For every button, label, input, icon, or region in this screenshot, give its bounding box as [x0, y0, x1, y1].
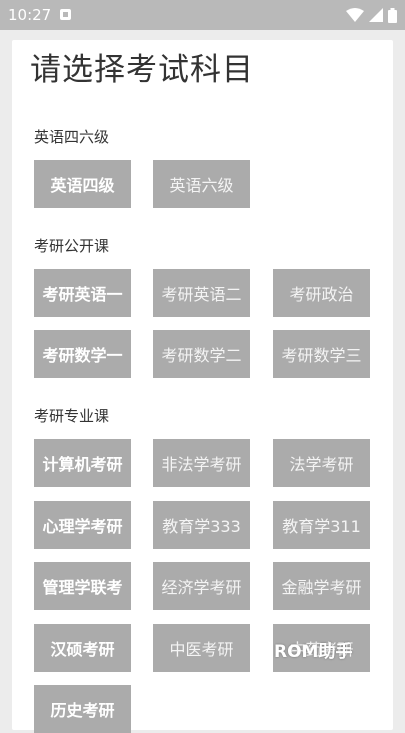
subject-button-non-law[interactable]: 非法学考研	[153, 439, 250, 487]
section-title-major: 考研专业课	[34, 407, 110, 425]
subject-button-management[interactable]: 管理学联考	[34, 562, 131, 610]
section-title-cet: 英语四六级	[34, 128, 110, 146]
subject-button-psychology[interactable]: 心理学考研	[34, 501, 131, 549]
subject-button-politics[interactable]: 考研政治	[273, 269, 370, 317]
subject-button-math-1[interactable]: 考研数学一	[34, 330, 131, 378]
status-bar: 10:27	[0, 0, 405, 30]
subject-button-tcm[interactable]: 中医考研	[153, 624, 250, 672]
subject-button-mtcsol[interactable]: 汉硕考研	[34, 624, 131, 672]
subject-button-cet6[interactable]: 英语六级	[153, 160, 250, 208]
subject-button-education-333[interactable]: 教育学333	[153, 501, 250, 549]
subject-button-english-1[interactable]: 考研英语一	[34, 269, 131, 317]
subject-button-math-3[interactable]: 考研数学三	[273, 330, 370, 378]
subject-button-computer[interactable]: 计算机考研	[34, 439, 131, 487]
subject-button-math-2[interactable]: 考研数学二	[153, 330, 250, 378]
subject-button-finance[interactable]: 金融学考研	[273, 562, 370, 610]
status-icons	[346, 6, 397, 24]
battery-icon	[388, 7, 397, 23]
subject-button-education-311[interactable]: 教育学311	[273, 501, 370, 549]
page-title: 请选择考试科目	[30, 52, 254, 88]
notification-icon	[60, 9, 71, 20]
subject-button-law[interactable]: 法学考研	[273, 439, 370, 487]
subject-button-cet4[interactable]: 英语四级	[34, 160, 131, 208]
watermark: ROM助手	[274, 642, 353, 662]
status-time: 10:27	[8, 6, 52, 24]
subject-card: 请选择考试科目 英语四六级 英语四级 英语六级 考研公开课 考研英语一 考研英语…	[12, 40, 393, 733]
section-title-public: 考研公开课	[34, 237, 110, 255]
signal-icon	[369, 8, 383, 22]
subject-button-english-2[interactable]: 考研英语二	[153, 269, 250, 317]
subject-button-economics[interactable]: 经济学考研	[153, 562, 250, 610]
wifi-icon	[346, 8, 364, 22]
subject-button-history[interactable]: 历史考研	[34, 685, 131, 733]
